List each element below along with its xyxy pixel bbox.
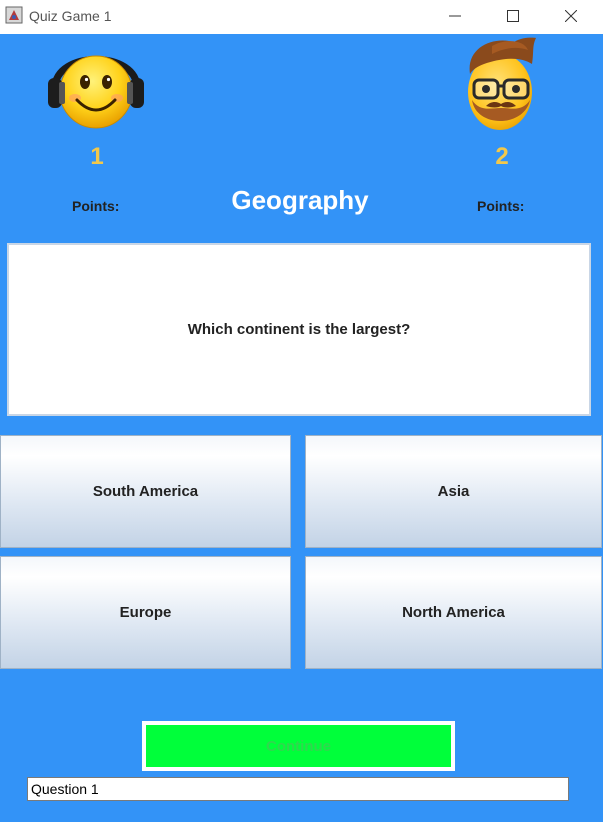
hipster-emoji-icon <box>468 37 536 130</box>
player1-score: 1 <box>90 143 104 170</box>
player1-points-label: Points: <box>72 198 120 214</box>
maximize-icon <box>507 10 519 22</box>
maximize-button[interactable] <box>484 0 542 32</box>
answer-button-1[interactable]: South America <box>0 435 291 548</box>
answer-button-2[interactable]: Asia <box>305 435 602 548</box>
java-app-icon <box>5 6 23 24</box>
minimize-button[interactable] <box>426 0 484 32</box>
question-number-field[interactable] <box>27 777 569 801</box>
title-bar: Quiz Game 1 <box>0 0 603 34</box>
question-text: Which continent is the largest? <box>187 321 411 338</box>
close-button[interactable] <box>542 0 600 32</box>
window-title: Quiz Game 1 <box>29 8 112 24</box>
category-title: Geography <box>231 185 369 215</box>
window-edge <box>603 0 607 822</box>
game-panel: 1 2 Points: Points: Geography Which cont… <box>0 34 603 822</box>
player2-score: 2 <box>495 143 509 170</box>
question-box: Which continent is the largest? <box>7 243 591 416</box>
answer-button-3[interactable]: Europe <box>0 556 291 669</box>
headphones-smiley-icon <box>48 55 144 129</box>
player2-points-label: Points: <box>477 198 525 214</box>
minimize-icon <box>449 15 461 17</box>
answer-button-4[interactable]: North America <box>305 556 602 669</box>
close-icon <box>565 10 577 22</box>
continue-button[interactable]: Continue <box>142 721 455 771</box>
